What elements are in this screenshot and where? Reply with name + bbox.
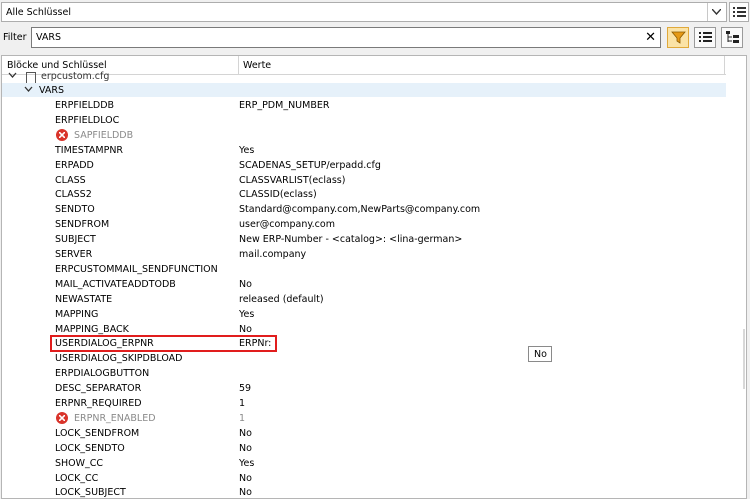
tree-row[interactable]: DESC_SEPARATOR 59 xyxy=(2,381,726,396)
tree-row[interactable]: LOCK_SENDFROM No xyxy=(2,426,726,441)
row-value[interactable]: SCADENAS_SETUP/erpadd.cfg xyxy=(239,160,381,171)
row-key: SERVER xyxy=(55,249,93,260)
tree-row[interactable]: ERPFIELDLOC xyxy=(2,113,726,128)
row-key: CLASS2 xyxy=(55,189,92,201)
keys-tree[interactable]: Blöcke und Schlüssel Werte erpcustom.cfg… xyxy=(1,55,747,499)
tree-row[interactable]: USERDIALOG_SKIPDBLOAD xyxy=(2,351,726,366)
error-icon xyxy=(56,411,68,424)
row-key: LOCK_CC xyxy=(55,472,99,484)
row-key: ERPFIELDDB xyxy=(55,100,115,111)
row-key: MAPPING_BACK xyxy=(55,323,129,335)
tree-row[interactable]: SENDFROM user@company.com xyxy=(2,217,726,232)
tree-row[interactable]: SENDTO Standard@company.com,NewParts@comp… xyxy=(2,202,726,217)
row-value[interactable]: No xyxy=(239,473,252,484)
row-value[interactable]: 1 xyxy=(239,413,245,424)
tree-row[interactable]: NEWASTATE released (default) xyxy=(2,292,726,307)
scrollbar-thumb[interactable] xyxy=(743,329,745,389)
funnel-icon[interactable] xyxy=(667,27,689,48)
column-header-keys[interactable]: Blöcke und Schlüssel xyxy=(7,60,107,71)
tree-row[interactable]: LOCK_SUBJECT No xyxy=(2,485,726,499)
chevron-down-icon xyxy=(8,72,17,78)
row-value[interactable]: CLASSID(eclass) xyxy=(239,189,317,200)
row-value[interactable]: New ERP-Number - <catalog>: <lina-german… xyxy=(239,234,462,245)
row-key: DESC_SEPARATOR xyxy=(55,383,142,395)
error-icon xyxy=(56,128,68,141)
row-key: ERPCUSTOMMAIL_SENDFUNCTION xyxy=(55,263,218,275)
tooltip: No xyxy=(528,346,552,362)
row-key: ERPNR_ENABLED xyxy=(74,412,156,424)
tree-row[interactable]: ERPCUSTOMMAIL_SENDFUNCTION xyxy=(2,262,726,277)
row-key: MAIL_ACTIVATEADDTODB xyxy=(55,278,176,290)
row-value[interactable]: released (default) xyxy=(239,294,324,305)
row-value[interactable]: user@company.com xyxy=(239,219,335,230)
tree-icon[interactable] xyxy=(721,27,743,48)
row-key: SENDTO xyxy=(55,204,95,216)
tree-row[interactable]: LOCK_CC No xyxy=(2,471,726,486)
row-value[interactable]: 1 xyxy=(239,398,245,409)
filter-input[interactable]: VARS ✕ xyxy=(31,27,661,48)
row-key: LOCK_SUBJECT xyxy=(55,487,126,499)
row-value[interactable]: Yes xyxy=(239,458,254,469)
file-name: erpcustom.cfg xyxy=(41,71,110,82)
filter-value: VARS xyxy=(36,32,62,43)
row-value[interactable]: No xyxy=(239,487,252,498)
row-key: ERPADD xyxy=(55,159,94,171)
row-value[interactable]: No xyxy=(239,279,252,290)
row-key: SHOW_CC xyxy=(55,457,104,469)
tree-row[interactable]: CLASS CLASSVARLIST(eclass) xyxy=(2,173,726,188)
dropdown-arrow-icon[interactable] xyxy=(707,3,726,21)
row-value[interactable]: Standard@company.com,NewParts@company.co… xyxy=(239,204,480,215)
row-key: ERPDIALOGBUTTON xyxy=(55,368,150,380)
row-key: ERPNR_REQUIRED xyxy=(55,398,142,409)
tree-row[interactable]: ERPNR_REQUIRED 1 xyxy=(2,396,726,411)
tree-row[interactable]: ERPFIELDDB ERP_PDM_NUMBER xyxy=(2,98,726,113)
key-scope-value: Alle Schlüssel xyxy=(6,7,71,18)
tree-row[interactable]: MAIL_ACTIVATEADDTODB No xyxy=(2,277,726,292)
row-value[interactable]: ERP_PDM_NUMBER xyxy=(239,100,329,111)
tree-row[interactable]: ERPNR_ENABLED 1 xyxy=(2,411,726,426)
tree-header: Blöcke und Schlüssel Werte xyxy=(2,56,746,75)
row-value[interactable]: No xyxy=(239,443,252,454)
row-value[interactable]: mail.company xyxy=(239,249,306,260)
row-value[interactable]: 59 xyxy=(239,383,251,394)
block-node-vars[interactable]: VARS xyxy=(2,83,726,97)
row-key: MAPPING xyxy=(55,308,99,320)
row-key: LOCK_SENDFROM xyxy=(55,427,140,439)
row-key: SUBJECT xyxy=(55,234,96,246)
row-value[interactable]: CLASSVARLIST(eclass) xyxy=(239,175,345,186)
list-view-icon[interactable] xyxy=(729,2,749,22)
row-key: TIMESTAMPNR xyxy=(55,144,124,156)
row-value[interactable]: Yes xyxy=(239,309,254,320)
row-key: SAPFIELDDB xyxy=(74,129,134,141)
tree-row[interactable]: SHOW_CC Yes xyxy=(2,456,726,471)
tree-row[interactable]: ERPADD SCADENAS_SETUP/erpadd.cfg xyxy=(2,158,726,173)
tooltip-text: No xyxy=(534,349,547,360)
row-key: SENDFROM xyxy=(55,219,110,231)
row-key: LOCK_SENDTO xyxy=(55,442,125,454)
chevron-down-icon xyxy=(24,86,33,92)
clear-icon[interactable]: ✕ xyxy=(645,30,656,45)
row-key: ERPFIELDLOC xyxy=(55,114,120,126)
key-scope-dropdown[interactable]: Alle Schlüssel xyxy=(1,2,727,22)
row-value[interactable]: Yes xyxy=(239,145,254,156)
tree-row[interactable]: SAPFIELDDB xyxy=(2,128,726,143)
tree-row[interactable]: ERPDIALOGBUTTON xyxy=(2,366,726,381)
tree-row[interactable]: TIMESTAMPNR Yes xyxy=(2,143,726,158)
row-value[interactable]: No xyxy=(239,428,252,439)
tree-row[interactable]: LOCK_SENDTO No xyxy=(2,441,726,456)
highlight-box xyxy=(50,335,277,352)
row-key: NEWASTATE xyxy=(55,293,113,305)
tree-row[interactable]: CLASS2 CLASSID(eclass) xyxy=(2,187,726,202)
tree-row[interactable]: SUBJECT New ERP-Number - <catalog>: <lina… xyxy=(2,232,726,247)
tree-row[interactable]: SERVER mail.company xyxy=(2,247,726,262)
row-key: CLASS xyxy=(55,174,86,186)
filter-label: Filter xyxy=(3,32,27,43)
row-key: USERDIALOG_SKIPDBLOAD xyxy=(55,353,183,365)
vertical-scrollbar[interactable] xyxy=(726,74,746,498)
list-icon[interactable] xyxy=(694,27,716,48)
row-value[interactable]: No xyxy=(239,324,252,335)
tree-row[interactable]: MAPPING Yes xyxy=(2,307,726,322)
block-name: VARS xyxy=(39,85,65,96)
column-header-values[interactable]: Werte xyxy=(243,60,271,71)
